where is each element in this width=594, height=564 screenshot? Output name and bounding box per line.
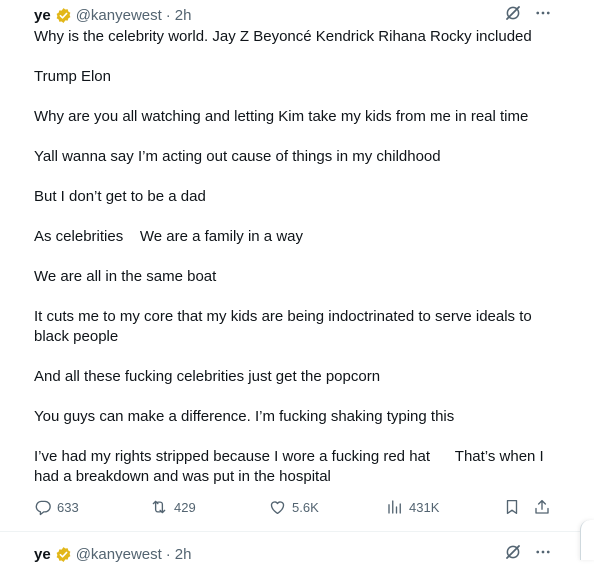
more-icon[interactable] [534,4,552,22]
repost-button[interactable]: 429 [149,498,196,516]
tweet-action-bar: 633 429 5.6K 431K [34,498,554,520]
like-button[interactable]: 5.6K [268,498,319,516]
views-count: 431K [409,499,440,515]
repost-icon [152,500,166,514]
tweet-header: ye @kanyewest · 2h [34,5,191,25]
author-handle[interactable]: @kanyewest [76,7,162,24]
tweet-paragraph: Why is the celebrity world. Jay Z Beyonc… [34,28,532,45]
next-tweet-header: ye @kanyewest · 2h [34,544,191,564]
share-icon [535,499,549,514]
tweet-paragraph: Trump Elon [34,68,111,85]
tweet-paragraph: Why are you all watching and letting Kim… [34,108,529,125]
tweet-paragraph: As celebrities We are a family in a way [34,228,303,245]
tweet-paragraph: And all these fucking celebrities just g… [34,368,381,385]
tweet-paragraph: You guys can make a difference. I’m fuck… [34,408,455,425]
tweet-paragraph: I’ve had my rights stripped because I wo… [34,448,548,485]
views-icon [388,500,401,514]
timestamp[interactable]: 2h [175,7,192,24]
verified-badge-icon [56,7,71,23]
tweet-paragraph: But I don’t get to be a dad [34,188,206,205]
separator-dot: · [165,6,171,24]
author-name[interactable]: ye [34,7,51,24]
bookmark-icon [506,499,518,515]
grok-icon[interactable] [504,4,522,22]
like-icon [270,501,285,515]
floating-panel-edge [580,520,594,560]
tweet-paragraph: Yall wanna say I’m acting out cause of t… [34,148,441,165]
tweet-text: Why is the celebrity world. Jay Z Beyonc… [34,27,559,487]
next-tweet-header-actions [504,543,552,561]
bookmark-button[interactable] [503,498,526,516]
reply-button[interactable]: 633 [34,498,79,516]
grok-icon[interactable] [504,543,522,561]
reply-count: 633 [57,499,79,515]
tweet-paragraph: It cuts me to my core that my kids are b… [34,308,536,345]
tweet-paragraph: We are all in the same boat [34,268,217,285]
share-button[interactable] [533,498,556,516]
reply-icon [35,500,51,516]
like-count: 5.6K [292,499,319,515]
tweet-header-actions [504,4,552,22]
views-button[interactable]: 431K [386,498,439,516]
tweet-divider [0,531,580,532]
more-icon[interactable] [534,543,552,561]
repost-count: 429 [174,499,196,515]
